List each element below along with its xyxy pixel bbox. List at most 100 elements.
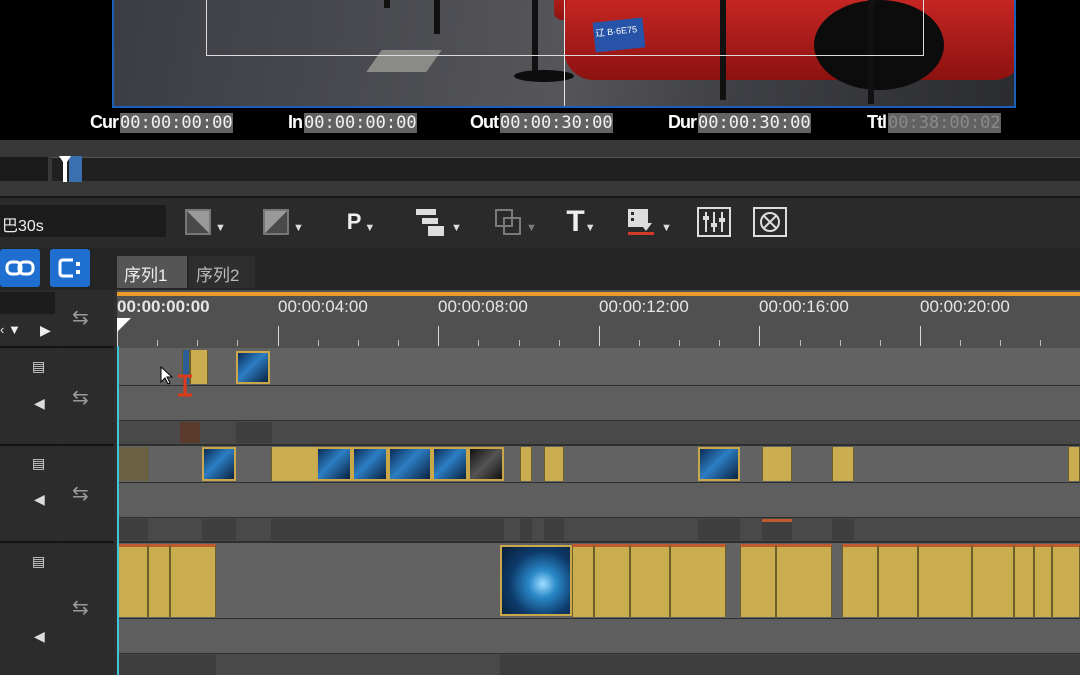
- link-button[interactable]: [0, 249, 40, 287]
- mix-in-button[interactable]: ▼: [177, 205, 233, 239]
- clip[interactable]: [762, 519, 792, 540]
- clip[interactable]: [1068, 447, 1080, 481]
- layers-icon: [416, 209, 445, 236]
- ruler-label: 00:00:16:00: [759, 297, 849, 316]
- track-divider: [0, 444, 114, 446]
- video-track-icon[interactable]: ▤: [32, 358, 45, 375]
- speaker-icon[interactable]: ◀: [34, 628, 45, 645]
- clip[interactable]: [740, 544, 776, 617]
- expand-controls[interactable]: ‹ ▼: [0, 322, 21, 337]
- clip[interactable]: [118, 544, 148, 617]
- speaker-icon[interactable]: ◀: [34, 395, 45, 412]
- audio-mixer-button[interactable]: [696, 205, 732, 239]
- playhead-marker-icon[interactable]: [117, 318, 133, 334]
- clip[interactable]: [762, 447, 792, 481]
- play-arrow-icon[interactable]: ▶: [40, 322, 51, 339]
- clip[interactable]: [630, 544, 670, 617]
- clip-thumbnail[interactable]: [388, 447, 432, 481]
- edit-cursor-icon: [160, 366, 192, 397]
- clip[interactable]: [180, 422, 200, 443]
- clip-thumbnail[interactable]: [202, 447, 236, 481]
- tab-sequence-1[interactable]: 序列1: [117, 256, 187, 288]
- clip[interactable]: [170, 544, 216, 617]
- clip[interactable]: [878, 544, 918, 617]
- title-t-label: T: [566, 205, 585, 238]
- group-icon: [58, 258, 80, 278]
- video-track-icon[interactable]: ▤: [32, 553, 45, 570]
- title-button[interactable]: T ▼: [560, 205, 602, 239]
- timecode-row: Cur 00:00:00:00 In 00:00:00:00 Out 00:00:30…: [0, 112, 1080, 138]
- mix-out-button[interactable]: ▼: [255, 205, 311, 239]
- audio-lane-1[interactable]: [117, 386, 1080, 420]
- clip-thumbnail[interactable]: [698, 447, 740, 481]
- timecode-dur: Dur 00:00:30:00: [668, 112, 811, 133]
- vectorscope-button[interactable]: [752, 205, 788, 239]
- clip-thumbnail[interactable]: [352, 447, 388, 481]
- collapse-icon[interactable]: ‹ ▼: [0, 322, 21, 337]
- group-button[interactable]: [50, 249, 90, 287]
- sync-lock-icon[interactable]: ⇆: [72, 598, 100, 618]
- clip[interactable]: [520, 447, 532, 481]
- sync-lock-icon[interactable]: ⇆: [72, 484, 100, 504]
- ruler-minor-tick: [840, 340, 841, 346]
- clip[interactable]: [271, 519, 504, 540]
- speaker-icon[interactable]: ◀: [34, 491, 45, 508]
- ruler-minor-tick: [237, 340, 238, 346]
- clip[interactable]: [594, 544, 630, 617]
- ruler-minor-tick: [960, 340, 961, 346]
- sync-lock-icon[interactable]: ⇆: [72, 388, 100, 408]
- tab-sequence-2[interactable]: 序列2: [189, 256, 255, 288]
- ruler-minor-tick: [559, 340, 560, 346]
- clip[interactable]: [148, 544, 170, 617]
- clip[interactable]: [842, 544, 878, 617]
- clip-thumbnail[interactable]: [468, 447, 504, 481]
- crop-button[interactable]: ▼: [487, 205, 543, 239]
- clip[interactable]: [271, 447, 317, 481]
- clip[interactable]: [670, 544, 726, 617]
- clip[interactable]: [972, 544, 1014, 617]
- ruler-minor-tick: [519, 340, 520, 346]
- clip[interactable]: [118, 655, 216, 675]
- clip[interactable]: [520, 519, 532, 540]
- clip-thumbnail[interactable]: [500, 545, 572, 616]
- clip[interactable]: [776, 544, 832, 617]
- clip[interactable]: [236, 422, 272, 443]
- ruler-minor-tick: [318, 340, 319, 346]
- render-button[interactable]: ▼: [620, 205, 678, 239]
- clip[interactable]: [544, 447, 564, 481]
- ruler-label: 00:00:20:00: [920, 297, 1010, 316]
- clip[interactable]: [1034, 544, 1052, 617]
- clip[interactable]: [1014, 544, 1034, 617]
- sequence-name-field[interactable]: 巴30s: [0, 205, 166, 237]
- scrub-bar[interactable]: [52, 157, 1080, 181]
- mix-in-icon: [185, 209, 212, 235]
- clip[interactable]: [572, 544, 594, 617]
- ruler-minor-tick: [719, 340, 720, 346]
- clip-thumbnail[interactable]: [236, 351, 270, 384]
- clip[interactable]: [544, 519, 564, 540]
- clip[interactable]: [832, 447, 854, 481]
- ruler-minor-tick: [1040, 340, 1041, 346]
- clip[interactable]: [918, 544, 972, 617]
- audio-lane-2[interactable]: [117, 483, 1080, 517]
- clip[interactable]: [202, 519, 236, 540]
- track-mode-button[interactable]: ▼: [409, 205, 467, 239]
- clip[interactable]: [118, 447, 148, 481]
- video-lane-2[interactable]: [117, 446, 1080, 482]
- audio-lane-3[interactable]: [117, 619, 1080, 653]
- scrub-handle-icon[interactable]: [58, 154, 82, 182]
- clip[interactable]: [118, 519, 148, 540]
- clip[interactable]: [832, 519, 854, 540]
- clip-thumbnail[interactable]: [432, 447, 468, 481]
- sync-lock-icon[interactable]: ⇆: [72, 308, 100, 328]
- preview-frame[interactable]: 辽 B·6E75: [112, 0, 1016, 108]
- scrub-left-field: [0, 157, 48, 181]
- clip[interactable]: [698, 519, 740, 540]
- preset-p-button[interactable]: P ▼: [335, 205, 387, 239]
- video-track-icon[interactable]: ▤: [32, 455, 45, 472]
- clip[interactable]: [500, 655, 1080, 675]
- playhead-line[interactable]: [117, 346, 119, 675]
- timecode-cur: Cur 00:00:00:00: [90, 112, 233, 133]
- clip[interactable]: [1052, 544, 1080, 617]
- clip-thumbnail[interactable]: [316, 447, 352, 481]
